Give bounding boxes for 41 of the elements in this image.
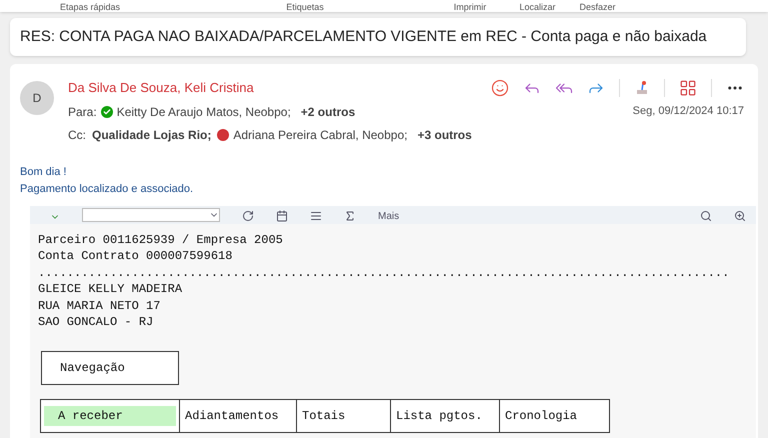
report-line: Conta Contrato 000007599618 xyxy=(38,248,234,264)
more-recipients-link[interactable]: +2 outros xyxy=(300,102,356,120)
report-line: ................................................................................................ xyxy=(38,264,730,281)
recipient-name[interactable]: Qualidade Lojas Rio; xyxy=(92,126,212,144)
recipient-name[interactable]: Keitty De Araujo Matos, Neobpo; xyxy=(116,102,291,120)
body-text: Bom dia ! xyxy=(20,164,68,180)
more-menu[interactable]: Mais xyxy=(378,212,400,222)
report-line: SAO GONCALO - RJ xyxy=(38,314,154,330)
report-line: RUA MARIA NETO 17 xyxy=(38,298,162,314)
sent-date: Seg, 09/12/2024 10:17 xyxy=(632,104,744,120)
apps-icon[interactable] xyxy=(679,78,697,97)
report-tab[interactable]: Totais xyxy=(296,398,391,432)
combo-field[interactable] xyxy=(82,208,220,222)
ribbon-group-label[interactable]: Desfazer xyxy=(565,3,630,12)
ribbon-group-label[interactable]: Etiquetas xyxy=(180,3,430,12)
report-tab[interactable]: Lista pgtos. xyxy=(390,398,500,432)
sender-name[interactable]: Da Silva De Souza, Keli Cristina xyxy=(68,78,254,98)
report-line: Parceiro 0011625939 / Empresa 2005 xyxy=(38,232,284,248)
more-recipients-link[interactable]: +3 outros xyxy=(417,126,472,144)
report-tab[interactable]: Adiantamentos xyxy=(179,398,297,432)
cc-label: Cc: xyxy=(68,126,86,144)
sum-icon[interactable] xyxy=(344,210,356,222)
subject-title: RES: CONTA PAGA NAO BAIXADA/PARCELAMENTO VIGENTE em REC - Conta paga e não baixada xyxy=(20,26,707,47)
search-icon[interactable] xyxy=(700,210,712,222)
ribbon-group-label[interactable]: Etapas rápidas xyxy=(0,3,180,12)
joystick-icon[interactable] xyxy=(634,80,650,96)
body-text: Pagamento localizado e associado. xyxy=(20,182,194,196)
avatar: D xyxy=(20,81,54,115)
report-line: GLEICE KELLY MADEIRA xyxy=(38,281,184,298)
lines-icon[interactable] xyxy=(310,210,322,222)
calendar-icon[interactable] xyxy=(276,210,288,222)
emoji-icon[interactable] xyxy=(491,78,509,97)
zoom-icon[interactable] xyxy=(734,210,746,222)
to-label: Para: xyxy=(68,104,97,120)
report-tab[interactable]: Cronologia xyxy=(499,398,610,432)
ribbon-group-label[interactable]: Imprimir xyxy=(430,3,510,12)
recipient-name[interactable]: Adriana Pereira Cabral, Neobpo; xyxy=(233,126,408,144)
ribbon-group-label[interactable]: Localizar xyxy=(510,3,565,12)
report-tab[interactable]: A receber xyxy=(40,398,180,432)
refresh-icon[interactable] xyxy=(242,210,254,222)
navigation-button[interactable]: Navegação xyxy=(41,350,179,384)
